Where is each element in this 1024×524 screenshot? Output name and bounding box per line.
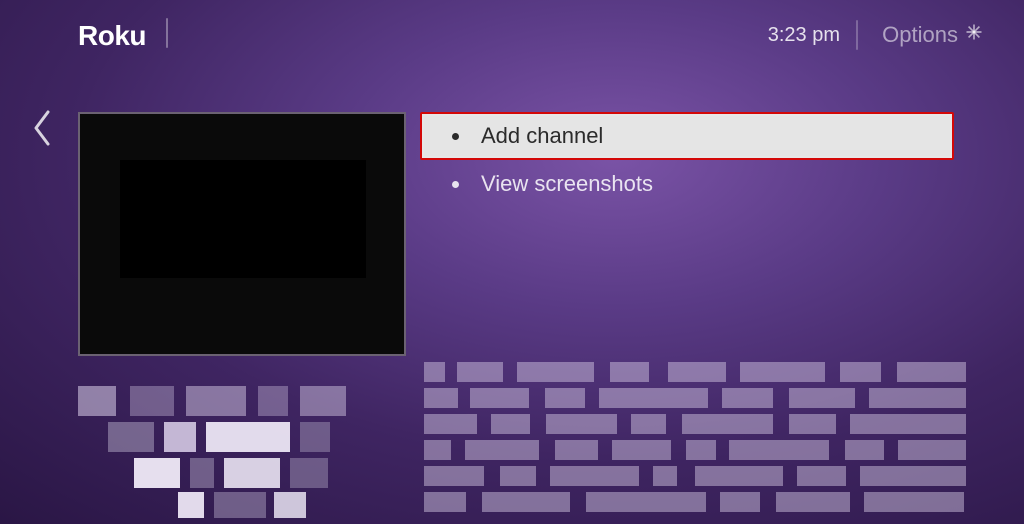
roku-logo: Roku: [78, 20, 146, 52]
options-button[interactable]: Options: [882, 22, 984, 48]
action-menu: Add channel View screenshots: [420, 112, 954, 208]
logo-divider: [166, 18, 168, 48]
options-divider: [856, 20, 858, 50]
menu-item-label: Add channel: [481, 123, 603, 149]
channel-description-obscured: [424, 362, 966, 512]
menu-item-view-screenshots[interactable]: View screenshots: [420, 160, 954, 208]
header-bar: Roku 3:23 pm Options: [0, 0, 1024, 58]
asterisk-icon: [964, 22, 984, 48]
channel-metadata-obscured: [78, 386, 406, 518]
chevron-left-icon: [27, 108, 57, 153]
menu-item-add-channel[interactable]: Add channel: [420, 112, 954, 160]
bullet-icon: [452, 133, 459, 140]
menu-item-label: View screenshots: [481, 171, 653, 197]
back-button[interactable]: [22, 110, 62, 150]
clock: 3:23 pm: [768, 24, 840, 47]
bullet-icon: [452, 181, 459, 188]
options-label: Options: [882, 22, 958, 48]
channel-tile-logo: [120, 160, 366, 278]
